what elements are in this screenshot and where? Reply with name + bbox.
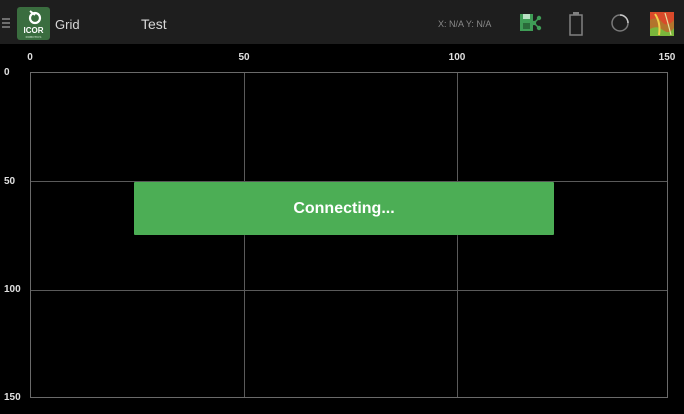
logo-subtext: ROBOTICS — [25, 35, 42, 39]
y-tick-label: 0 — [4, 67, 10, 78]
grid-canvas[interactable] — [30, 72, 668, 398]
map-icon[interactable] — [649, 11, 675, 37]
loading-spinner-icon — [611, 14, 629, 32]
toast-message: Connecting... — [293, 199, 395, 217]
connecting-toast: Connecting... — [134, 182, 554, 235]
grid-line-horizontal — [31, 290, 667, 291]
page-title: Test — [141, 16, 167, 32]
grid-line-vertical — [457, 73, 458, 397]
battery-icon — [569, 12, 583, 36]
cursor-coordinates: X: N/A Y: N/A — [438, 19, 492, 29]
app-screen: ICOR ROBOTICS Grid Test X: N/A Y: N/A 0 … — [0, 0, 684, 414]
x-tick-label: 100 — [448, 52, 466, 63]
logo-mark-icon — [28, 10, 42, 25]
y-tick-label: 100 — [4, 284, 21, 295]
x-tick-label: 150 — [658, 52, 676, 63]
x-tick-label: 50 — [238, 52, 250, 63]
grid-line-vertical — [244, 73, 245, 397]
y-tick-label: 50 — [4, 176, 16, 187]
y-tick-label: 150 — [4, 392, 21, 403]
top-bar: ICOR ROBOTICS Grid Test X: N/A Y: N/A — [0, 0, 684, 44]
hamburger-menu-icon[interactable] — [2, 18, 10, 28]
x-tick-label: 0 — [27, 52, 33, 63]
app-title: Grid — [55, 17, 80, 32]
logo-text: ICOR — [23, 26, 44, 35]
app-logo[interactable]: ICOR ROBOTICS — [17, 7, 50, 40]
save-share-icon[interactable] — [517, 11, 545, 35]
